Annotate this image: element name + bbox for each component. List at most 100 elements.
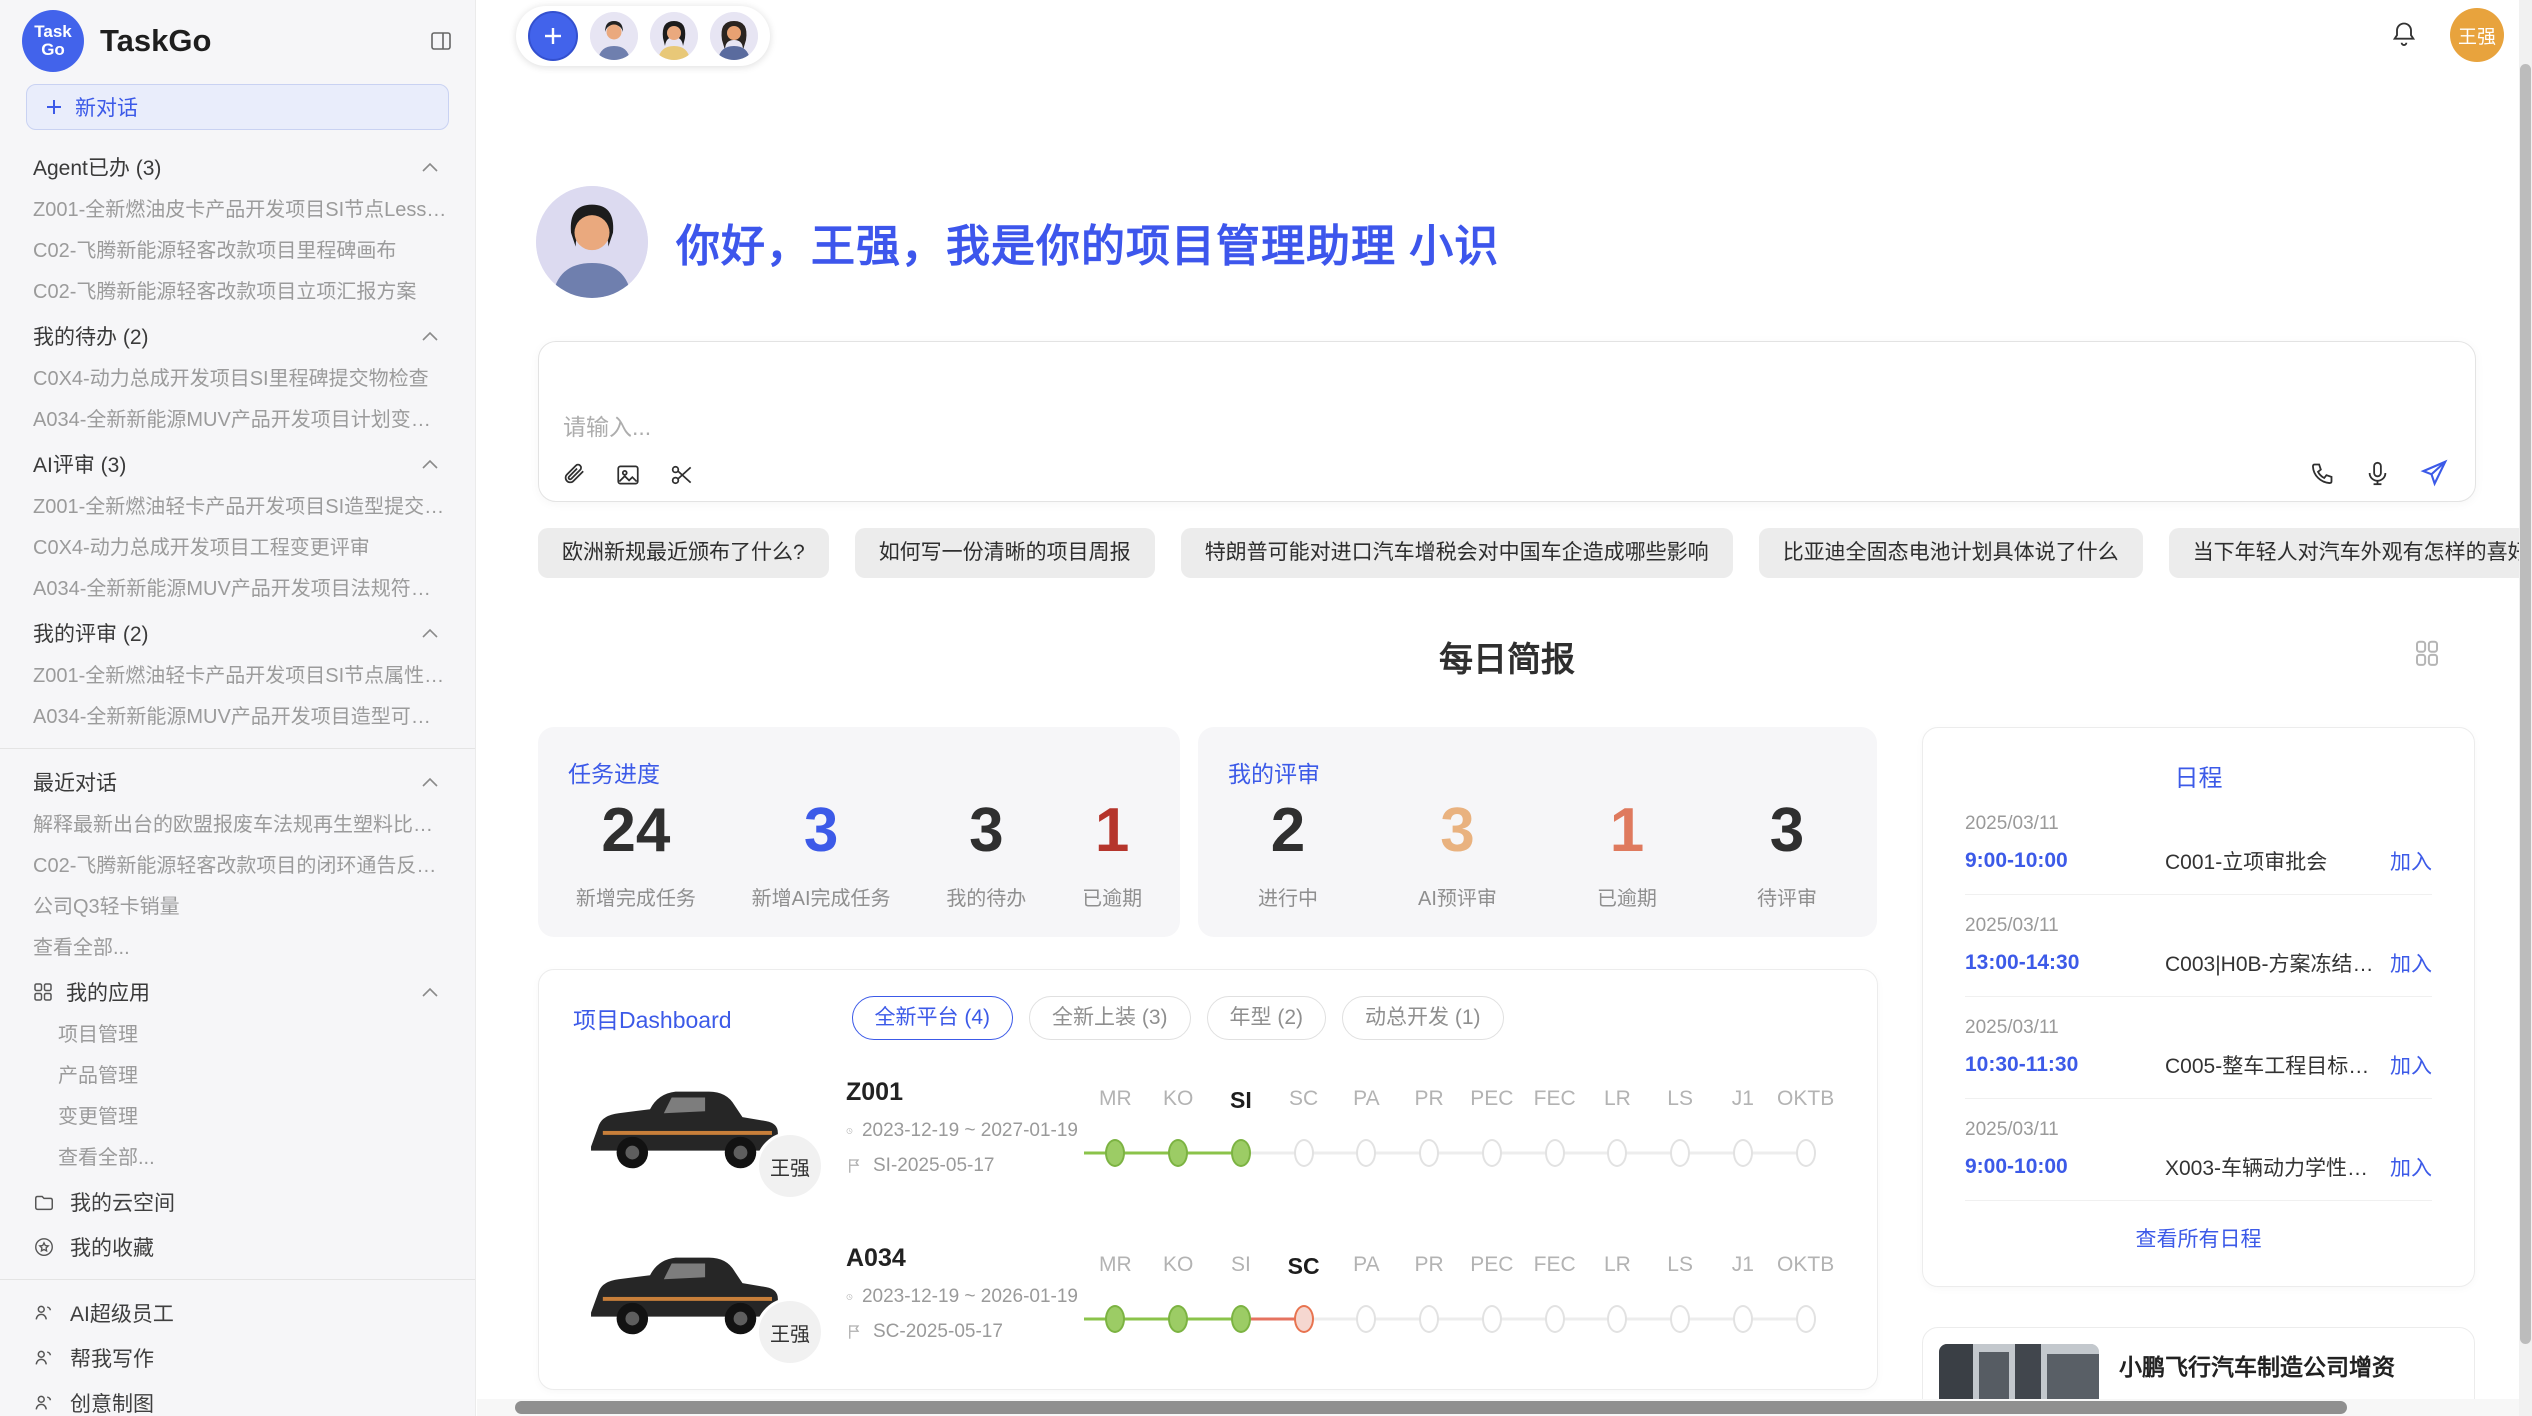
sidebar-footer-item[interactable]: AI超级员工 — [0, 1290, 475, 1335]
recent-chat-item[interactable]: 解释最新出台的欧盟报废车法规再生塑料比例被调至15%... — [0, 805, 475, 846]
milestone-dot[interactable] — [1607, 1139, 1627, 1167]
milestone-dot[interactable] — [1419, 1139, 1439, 1167]
milestone-dot[interactable] — [1231, 1305, 1251, 1333]
milestone-dot[interactable] — [1482, 1305, 1502, 1333]
milestone-dot[interactable] — [1419, 1305, 1439, 1333]
grid-icon[interactable] — [2412, 638, 2442, 673]
project-flag: SI-2025-05-17 — [873, 1155, 994, 1177]
sidebar-task-item[interactable]: C02-飞腾新能源轻客改款项目里程碑画布 — [0, 231, 475, 272]
horizontal-scrollbar-thumb[interactable] — [515, 1401, 2347, 1414]
view-all-schedule-link[interactable]: 查看所有日程 — [1965, 1223, 2432, 1253]
milestone-dot[interactable] — [1670, 1305, 1690, 1333]
sidebar-task-item[interactable]: A034-全新新能源MUV产品开发项目计划变更表编写 — [0, 400, 475, 441]
app-item[interactable]: 项目管理 — [0, 1015, 475, 1056]
agent-avatar[interactable] — [590, 12, 638, 60]
milestone-dot[interactable] — [1168, 1139, 1188, 1167]
sidebar-item-favorites[interactable]: 我的收藏 — [0, 1224, 475, 1269]
milestone-dot[interactable] — [1482, 1139, 1502, 1167]
new-chat-button[interactable]: 新对话 — [26, 84, 449, 130]
suggestion-chip[interactable]: 特朗普可能对进口汽车增税会对中国车企造成哪些影响 — [1181, 528, 1733, 578]
milestone-dot[interactable] — [1356, 1139, 1376, 1167]
milestone-dot[interactable] — [1105, 1139, 1125, 1167]
recent-chat-item[interactable]: 查看全部... — [0, 928, 475, 969]
star-circle-icon — [33, 1236, 55, 1258]
sidebar-task-item[interactable]: C02-飞腾新能源轻客改款项目立项汇报方案 — [0, 272, 475, 313]
section-my-review[interactable]: 我的评审 (2) — [0, 610, 475, 656]
milestone-dot[interactable] — [1168, 1305, 1188, 1333]
dashboard-tab[interactable]: 全新上装 (3) — [1029, 996, 1191, 1040]
image-icon[interactable] — [615, 462, 641, 488]
sidebar-task-item[interactable]: Z001-全新燃油轻卡产品开发项目SI节点属性5D文件评审 — [0, 656, 475, 697]
vertical-scrollbar-thumb[interactable] — [2520, 64, 2531, 1344]
milestone-dot[interactable] — [1356, 1305, 1376, 1333]
user-initials: 王强 — [2458, 22, 2496, 49]
sidebar-task-item[interactable]: Z001-全新燃油皮卡产品开发项目SI节点Lesson Learn报告 — [0, 190, 475, 231]
join-link[interactable]: 加入 — [2390, 1152, 2432, 1182]
chevron-up-icon — [421, 776, 439, 788]
milestone-dot[interactable] — [1231, 1139, 1251, 1167]
recent-chat-item[interactable]: C02-飞腾新能源轻客改款项目的闭环通告反馈情况 — [0, 846, 475, 887]
milestone-dot[interactable] — [1294, 1139, 1314, 1167]
section-my-todo[interactable]: 我的待办 (2) — [0, 313, 475, 359]
scissors-icon[interactable] — [669, 462, 695, 488]
milestone-dot[interactable] — [1796, 1139, 1816, 1167]
app-item[interactable]: 产品管理 — [0, 1056, 475, 1097]
milestone-dot[interactable] — [1796, 1305, 1816, 1333]
sidebar-task-item[interactable]: C0X4-动力总成开发项目工程变更评审 — [0, 528, 475, 569]
suggestion-chip[interactable]: 比亚迪全固态电池计划具体说了什么 — [1759, 528, 2143, 578]
agent-avatar[interactable] — [710, 12, 758, 60]
project-row[interactable]: 王强 A034 2023-12-19 ~ 2026-01-19 SC — [539, 1214, 1877, 1372]
agent-avatar[interactable] — [650, 12, 698, 60]
section-recent-chats[interactable]: 最近对话 — [0, 759, 475, 805]
flag-icon — [846, 1323, 864, 1341]
phone-icon[interactable] — [2309, 460, 2336, 487]
section-my-apps[interactable]: 我的应用 — [0, 969, 475, 1015]
dashboard-tab[interactable]: 动总开发 (1) — [1342, 996, 1504, 1040]
suggestion-chip[interactable]: 欧洲新规最近颁布了什么? — [538, 528, 829, 578]
sidebar-footer-item[interactable]: 创意制图 — [0, 1380, 475, 1416]
milestone-dot[interactable] — [1733, 1139, 1753, 1167]
sidebar-task-item[interactable]: A034-全新新能源MUV产品开发项目法规符合性评审 — [0, 569, 475, 610]
horizontal-scrollbar[interactable] — [477, 1399, 2519, 1416]
paperclip-icon[interactable] — [561, 462, 587, 488]
schedule-event-title: C001-立项审批会 — [2165, 846, 2376, 876]
panel-collapse-icon[interactable] — [429, 29, 453, 53]
join-link[interactable]: 加入 — [2390, 948, 2432, 978]
chat-input[interactable]: 请输入... — [563, 408, 651, 442]
sidebar-task-item[interactable]: A034-全新新能源MUV产品开发项目造型可行性评审 — [0, 697, 475, 738]
vertical-scrollbar[interactable] — [2519, 0, 2532, 1416]
section-agent-done[interactable]: Agent已办 (3) — [0, 144, 475, 190]
milestone-dot[interactable] — [1294, 1305, 1314, 1333]
app-item[interactable]: 查看全部... — [0, 1138, 475, 1179]
sidebar-item-cloud-space[interactable]: 我的云空间 — [0, 1179, 475, 1224]
join-link[interactable]: 加入 — [2390, 1050, 2432, 1080]
bell-icon[interactable] — [2390, 20, 2418, 53]
add-agent-button[interactable] — [528, 11, 578, 61]
dashboard-tab[interactable]: 全新平台 (4) — [852, 996, 1014, 1040]
join-link[interactable]: 加入 — [2390, 846, 2432, 876]
sidebar-task-item[interactable]: Z001-全新燃油轻卡产品开发项目SI造型提交物评审 — [0, 487, 475, 528]
user-avatar[interactable]: 王强 — [2450, 8, 2504, 62]
milestone-dot[interactable] — [1105, 1305, 1125, 1333]
project-row[interactable]: 王强 Z001 2023-12-19 ~ 2027-01-19 SI — [539, 1048, 1877, 1206]
sidebar-footer-item[interactable]: 帮我写作 — [0, 1335, 475, 1380]
app-item[interactable]: 变更管理 — [0, 1097, 475, 1138]
sidebar-task-item[interactable]: C0X4-动力总成开发项目SI里程碑提交物检查 — [0, 359, 475, 400]
send-icon[interactable] — [2419, 458, 2449, 488]
milestone-dot[interactable] — [1545, 1305, 1565, 1333]
card-title: 我的评审 — [1198, 727, 1877, 789]
sidebar-divider — [0, 748, 475, 749]
milestone-dot[interactable] — [1670, 1139, 1690, 1167]
dashboard-tab[interactable]: 年型 (2) — [1207, 996, 1327, 1040]
milestone-dot[interactable] — [1607, 1305, 1627, 1333]
mic-icon[interactable] — [2364, 460, 2391, 487]
stat-value: 1 — [1082, 795, 1142, 866]
milestone-dot[interactable] — [1733, 1305, 1753, 1333]
section-ai-review[interactable]: AI评审 (3) — [0, 441, 475, 487]
suggestion-chip[interactable]: 当下年轻人对汽车外观有怎样的喜好趋势 — [2169, 528, 2532, 578]
suggestion-chip[interactable]: 如何写一份清晰的项目周报 — [855, 528, 1155, 578]
milestone-dot[interactable] — [1545, 1139, 1565, 1167]
stat: 2 进行中 — [1258, 795, 1318, 911]
recent-chat-item[interactable]: 公司Q3轻卡销量 — [0, 887, 475, 928]
chat-input-card[interactable]: 请输入... — [538, 341, 2476, 502]
